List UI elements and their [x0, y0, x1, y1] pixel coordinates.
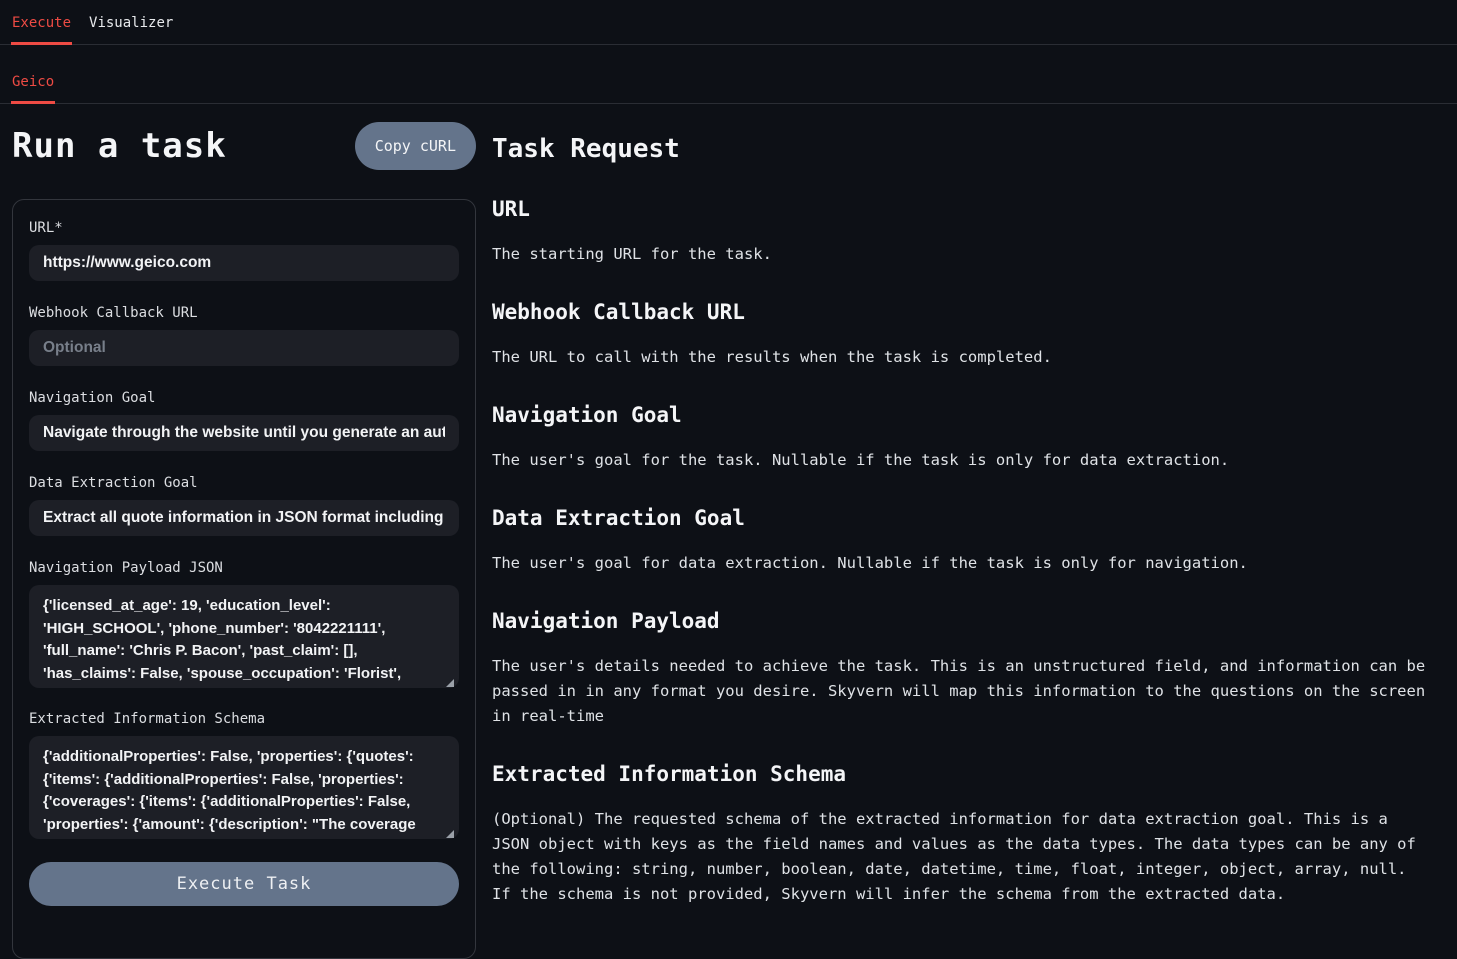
- extracted-schema-label: Extracted Information Schema: [29, 711, 459, 727]
- navigation-payload-label: Navigation Payload JSON: [29, 560, 459, 576]
- data-extraction-goal-input[interactable]: [29, 500, 459, 536]
- section-heading: Navigation Goal: [492, 403, 1430, 427]
- doc-section-navigation-goal: Navigation Goal The user's goal for the …: [492, 403, 1430, 473]
- section-body: The user's goal for the task. Nullable i…: [492, 448, 1430, 473]
- navigation-goal-field-group: Navigation Goal: [29, 390, 459, 451]
- navigation-goal-label: Navigation Goal: [29, 390, 459, 406]
- run-task-header: Run a task Copy cURL: [12, 122, 476, 170]
- webhook-field-group: Webhook Callback URL: [29, 305, 459, 366]
- section-body: The user's details needed to achieve the…: [492, 654, 1430, 729]
- url-input[interactable]: [29, 245, 459, 281]
- page-title: Run a task: [12, 126, 227, 166]
- navigation-payload-field-group: Navigation Payload JSON {'licensed_at_ag…: [29, 560, 459, 692]
- section-body: The URL to call with the results when th…: [492, 345, 1430, 370]
- section-heading: Extracted Information Schema: [492, 762, 1430, 786]
- section-body: The starting URL for the task.: [492, 242, 1430, 267]
- task-tab-bar: Geico: [0, 45, 1457, 104]
- webhook-label: Webhook Callback URL: [29, 305, 459, 321]
- section-heading: Webhook Callback URL: [492, 300, 1430, 324]
- doc-section-url: URL The starting URL for the task.: [492, 197, 1430, 267]
- task-request-title: Task Request: [492, 134, 1430, 164]
- section-heading: Data Extraction Goal: [492, 506, 1430, 530]
- execute-task-button[interactable]: Execute Task: [29, 862, 459, 906]
- run-task-column: Run a task Copy cURL URL* Webhook Callba…: [12, 104, 476, 959]
- doc-section-webhook: Webhook Callback URL The URL to call wit…: [492, 300, 1430, 370]
- doc-section-navigation-payload: Navigation Payload The user's details ne…: [492, 609, 1430, 729]
- section-heading: URL: [492, 197, 1430, 221]
- task-form-panel: URL* Webhook Callback URL Navigation Goa…: [12, 199, 476, 959]
- main-content: Run a task Copy cURL URL* Webhook Callba…: [0, 104, 1457, 959]
- section-body: (Optional) The requested schema of the e…: [492, 807, 1430, 907]
- copy-curl-button[interactable]: Copy cURL: [355, 122, 476, 170]
- doc-section-extracted-schema: Extracted Information Schema (Optional) …: [492, 762, 1430, 907]
- navigation-goal-input[interactable]: [29, 415, 459, 451]
- task-request-docs: Task Request URL The starting URL for th…: [492, 104, 1430, 959]
- subtab-geico[interactable]: Geico: [12, 74, 54, 103]
- extracted-schema-field-group: Extracted Information Schema {'additiona…: [29, 711, 459, 843]
- resize-handle-icon: {'additionalProperties': False, 'propert…: [29, 736, 459, 843]
- section-heading: Navigation Payload: [492, 609, 1430, 633]
- webhook-input[interactable]: [29, 330, 459, 366]
- url-field-group: URL*: [29, 220, 459, 281]
- extracted-schema-textarea[interactable]: {'additionalProperties': False, 'propert…: [29, 736, 459, 839]
- section-body: The user's goal for data extraction. Nul…: [492, 551, 1430, 576]
- tab-visualizer[interactable]: Visualizer: [89, 15, 173, 44]
- url-label: URL*: [29, 220, 459, 236]
- resize-handle-icon: {'licensed_at_age': 19, 'education_level…: [29, 585, 459, 692]
- data-extraction-goal-label: Data Extraction Goal: [29, 475, 459, 491]
- data-extraction-goal-field-group: Data Extraction Goal: [29, 475, 459, 536]
- tab-execute[interactable]: Execute: [12, 15, 71, 44]
- main-tab-bar: Execute Visualizer: [0, 0, 1457, 45]
- navigation-payload-textarea[interactable]: {'licensed_at_age': 19, 'education_level…: [29, 585, 459, 688]
- doc-section-data-extraction-goal: Data Extraction Goal The user's goal for…: [492, 506, 1430, 576]
